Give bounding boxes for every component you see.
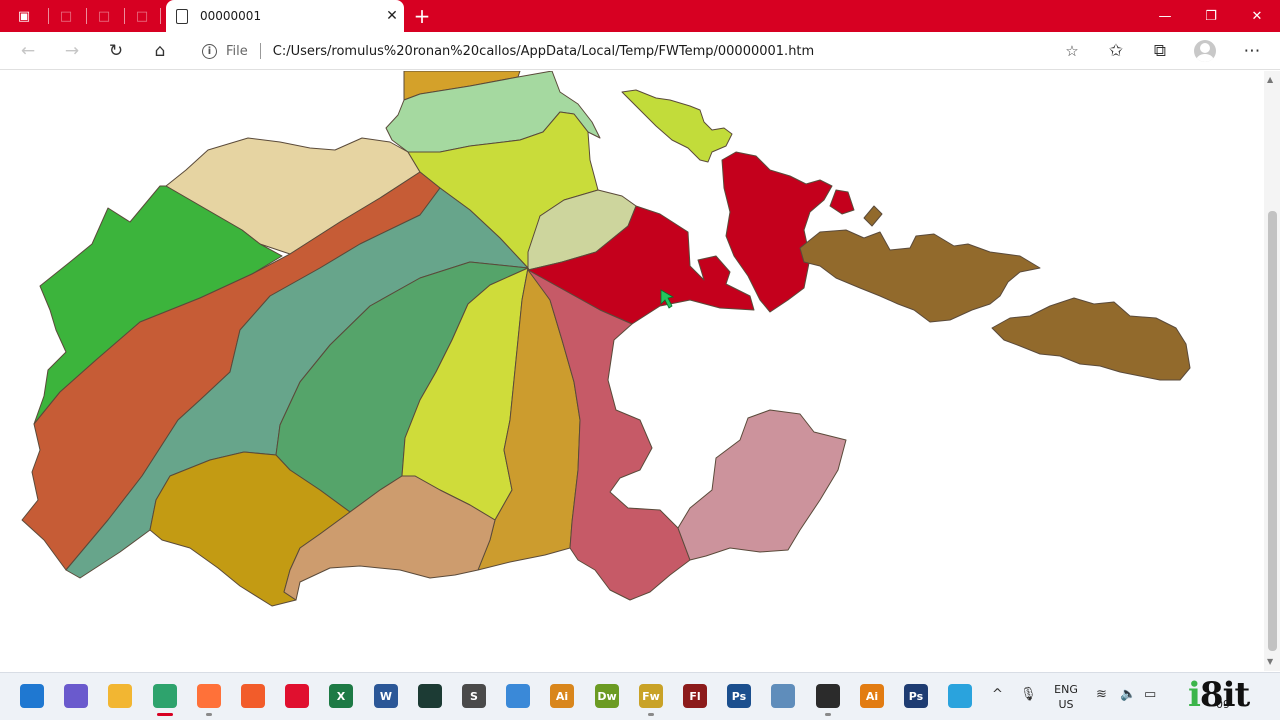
dreamweaver-icon[interactable]: Dw (595, 684, 619, 708)
address-separator (259, 43, 261, 59)
map-region-brown-islet[interactable] (863, 205, 883, 227)
title-bar: ▣ □ □ □ 00000001 ✕ + — ❐ ✕ (0, 0, 1280, 32)
microphone-icon[interactable]: 🎙 (1020, 687, 1037, 702)
map-region-crimson-islet[interactable] (829, 189, 855, 215)
word-icon[interactable]: W (374, 684, 398, 708)
tab-separator (48, 8, 49, 24)
running-indicator (825, 713, 831, 716)
tab-active[interactable]: 00000001 ✕ (166, 0, 404, 32)
image-viewer-icon[interactable] (771, 684, 795, 708)
page-viewport (0, 71, 1264, 671)
scrollbar-thumb[interactable] (1268, 211, 1277, 651)
photoshop-icon[interactable]: Ps (727, 684, 751, 708)
scroll-down-icon[interactable]: ▼ (1267, 657, 1273, 666)
running-indicator (648, 713, 654, 716)
media-icon[interactable] (418, 684, 442, 708)
tab-title: 00000001 (200, 9, 262, 23)
fireworks-icon[interactable]: Fw (639, 684, 663, 708)
close-window-button[interactable]: ✕ (1234, 0, 1280, 32)
firefox-icon[interactable] (197, 684, 221, 708)
app-store-icon[interactable] (64, 684, 88, 708)
lang-region: US (1058, 698, 1074, 711)
brand-logo: i8it (1188, 675, 1250, 715)
profile-icon[interactable] (1194, 40, 1216, 62)
photoshop-2-icon[interactable]: Ps (904, 684, 928, 708)
sublime-icon[interactable]: S (462, 684, 486, 708)
tab-separator (124, 8, 125, 24)
volume-icon[interactable]: 🔈 (1120, 687, 1136, 702)
info-icon[interactable]: i (202, 43, 217, 59)
wifi-icon[interactable]: ≋ (1096, 687, 1107, 702)
battery-icon[interactable]: ▭ (1144, 687, 1156, 702)
map-region-pink-peninsula[interactable] (677, 409, 847, 561)
pinned-tab-icon[interactable]: □ (132, 6, 152, 26)
map-region-brown-island-far-east[interactable] (991, 297, 1191, 381)
address-scheme: File (226, 43, 248, 59)
tab-separator (86, 8, 87, 24)
edge-icon[interactable] (153, 684, 177, 708)
map-region-crimson-island[interactable] (721, 151, 833, 313)
obs-icon[interactable] (816, 684, 840, 708)
collections-icon[interactable]: ⧉ (1146, 37, 1174, 65)
more-icon[interactable]: ⋯ (1238, 37, 1266, 65)
refresh-icon[interactable]: ↻ (102, 37, 130, 65)
pinned-tab-icon[interactable]: □ (56, 6, 76, 26)
running-indicator (157, 713, 173, 716)
address-url[interactable]: C:/Users/romulus%20ronan%20callos/AppDat… (273, 44, 1058, 59)
add-favorite-icon[interactable]: ☆ (1058, 42, 1086, 60)
new-tab-button[interactable]: + (410, 4, 434, 28)
pinned-tab-icon[interactable]: □ (94, 6, 114, 26)
input-language[interactable]: ENG US (1050, 682, 1082, 712)
notepad-icon[interactable] (506, 684, 530, 708)
address-bar[interactable]: i File C:/Users/romulus%20ronan%20callos… (188, 36, 1092, 66)
excel-icon[interactable]: X (329, 684, 353, 708)
page-icon (176, 8, 188, 24)
running-indicator (206, 713, 212, 716)
brave-icon[interactable] (241, 684, 265, 708)
forward-arrow-icon[interactable]: → (58, 37, 86, 65)
tab-separator (160, 8, 161, 24)
map-region-brown-island-east[interactable] (799, 229, 1041, 323)
illustrator-icon[interactable]: Ai (550, 684, 574, 708)
map-region-lime-island[interactable] (621, 89, 733, 163)
taskbar: XWSAiDwFwFlPsAiPs ^ 🎙 ENG US ≋ 🔈 ▭ 0 09 … (0, 672, 1280, 720)
scroll-up-icon[interactable]: ▲ (1267, 75, 1273, 84)
back-arrow-icon[interactable]: ← (14, 37, 42, 65)
lang-code: ENG (1054, 683, 1078, 696)
tab-actions-icon[interactable]: ▣ (14, 6, 34, 26)
file-explorer-icon[interactable] (108, 684, 132, 708)
favorites-icon[interactable]: ✩ (1102, 37, 1130, 65)
restore-button[interactable]: ❐ (1188, 0, 1234, 32)
close-tab-icon[interactable]: ✕ (380, 8, 404, 24)
flash-icon[interactable]: Fl (683, 684, 707, 708)
navigation-bar: ← → ↻ ⌂ i File C:/Users/romulus%20ronan%… (0, 32, 1280, 70)
telegram-icon[interactable] (948, 684, 972, 708)
minimize-button[interactable]: — (1142, 0, 1188, 32)
start-icon[interactable] (20, 684, 44, 708)
chevron-up-icon[interactable]: ^ (992, 687, 1003, 702)
region-map (21, 71, 1191, 607)
opera-icon[interactable] (285, 684, 309, 708)
illustrator-2-icon[interactable]: Ai (860, 684, 884, 708)
vertical-scrollbar[interactable]: ▲ ▼ (1264, 71, 1280, 671)
home-icon[interactable]: ⌂ (146, 37, 174, 65)
